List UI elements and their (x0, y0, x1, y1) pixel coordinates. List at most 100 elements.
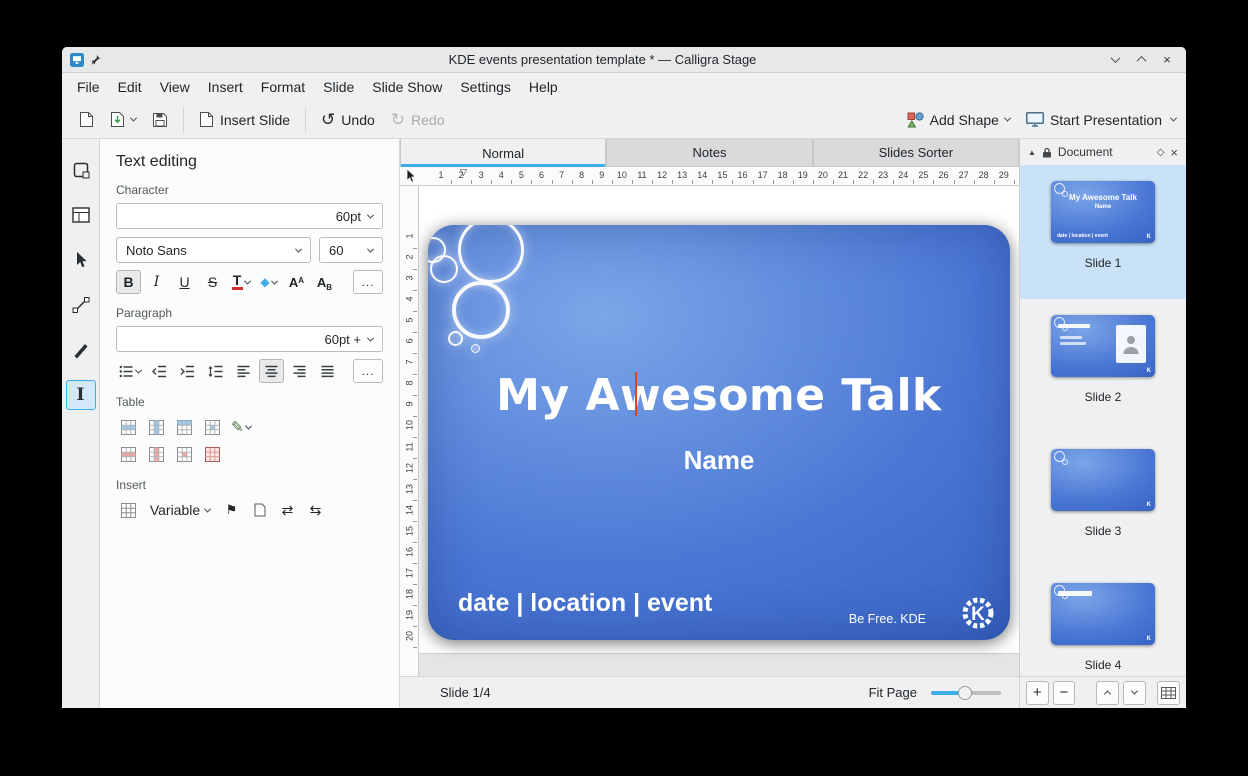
pin-icon[interactable] (90, 54, 101, 65)
text-direction-rtl-button[interactable]: ⇆ (303, 498, 328, 522)
insert-section-button[interactable] (247, 498, 272, 522)
strikethrough-button[interactable]: S (200, 270, 225, 294)
superscript-button[interactable]: AA (284, 270, 309, 294)
move-slide-down-button[interactable] (1123, 681, 1146, 705)
character-style-combobox[interactable]: 60pt (116, 203, 383, 229)
table-insert-row-button[interactable] (116, 415, 141, 439)
align-center-button[interactable] (259, 359, 284, 383)
underline-button[interactable]: U (172, 270, 197, 294)
slide-thumbnail-item-2[interactable]: K Slide 2 (1020, 299, 1186, 433)
ruler-horizontal[interactable]: ▽ 12345678910111213141516171819202122232… (419, 167, 1019, 186)
calligraphy-tool[interactable] (66, 335, 96, 365)
slide-thumbnail-item-3[interactable]: K Slide 3 (1020, 433, 1186, 567)
menu-insert[interactable]: Insert (199, 75, 252, 99)
table-delete-table-button[interactable] (200, 442, 225, 466)
background-color-button[interactable]: ◆ (256, 270, 281, 294)
merge-cells-icon (205, 420, 220, 435)
slide-footer-text[interactable]: date | location | event (458, 589, 712, 618)
menu-format[interactable]: Format (252, 75, 314, 99)
ruler-vertical[interactable]: 1234567891011121314151617181920 (400, 186, 419, 676)
menu-edit[interactable]: Edit (109, 75, 151, 99)
paragraph-more-button[interactable]: ... (353, 359, 383, 383)
save-button[interactable] (145, 107, 175, 133)
zoom-slider-handle[interactable] (958, 686, 972, 700)
shape-handling-tool[interactable] (66, 155, 96, 185)
text-direction-button[interactable]: ⇄ (275, 498, 300, 522)
line-spacing-button[interactable] (203, 359, 228, 383)
table-delete-column-button[interactable] (144, 442, 169, 466)
frame-tool[interactable] (66, 200, 96, 230)
increase-indent-button[interactable] (175, 359, 200, 383)
start-presentation-button[interactable]: Start Presentation (1019, 107, 1169, 133)
open-document-button[interactable] (103, 106, 143, 133)
italic-button[interactable]: I (144, 270, 169, 294)
align-left-button[interactable] (231, 359, 256, 383)
float-icon[interactable]: ◇ (1157, 148, 1165, 157)
slide-4-thumbnail[interactable]: K (1051, 583, 1155, 645)
add-slide-button[interactable]: + (1026, 681, 1049, 705)
insert-variable-dropdown[interactable]: Variable (144, 498, 216, 522)
slide-properties-button[interactable] (1157, 681, 1180, 705)
slide-canvas[interactable]: My Awesome Talk Name date | location | e… (428, 225, 1010, 640)
canvas[interactable]: My Awesome Talk Name date | location | e… (419, 186, 1019, 676)
add-shape-button[interactable]: Add Shape (900, 107, 1017, 133)
selection-tool[interactable] (66, 245, 96, 275)
connection-tool[interactable] (66, 290, 96, 320)
align-justify-icon (320, 365, 335, 378)
text-editing-tool[interactable]: I (66, 380, 96, 410)
maximize-button[interactable] (1130, 50, 1152, 70)
collapse-icon[interactable]: ▲ (1028, 148, 1036, 157)
paragraph-style-combobox[interactable]: 60pt + (116, 326, 383, 352)
list-style-button[interactable] (116, 359, 144, 383)
tab-notes[interactable]: Notes (606, 139, 812, 167)
toolbar-overflow-button[interactable] (1170, 115, 1177, 122)
tab-normal[interactable]: Normal (400, 139, 606, 167)
menu-slide[interactable]: Slide (314, 75, 363, 99)
menu-file[interactable]: File (68, 75, 109, 99)
slide-2-thumbnail[interactable]: K (1051, 315, 1155, 377)
table-split-cells-button[interactable] (172, 415, 197, 439)
tab-slides-sorter[interactable]: Slides Sorter (813, 139, 1019, 167)
insert-table-button[interactable] (116, 498, 141, 522)
table-border-pen-button[interactable]: ✎ (228, 415, 254, 439)
docker-close-icon[interactable]: × (1170, 145, 1178, 160)
insert-slide-button[interactable]: Insert Slide (192, 106, 297, 133)
new-document-button[interactable] (72, 106, 101, 133)
slide-thumbnail-item-4[interactable]: K Slide 4 (1020, 567, 1186, 676)
table-insert-column-button[interactable] (144, 415, 169, 439)
slide-1-thumbnail[interactable]: My Awesome Talk Name date | location | e… (1051, 181, 1155, 243)
menu-slide-show[interactable]: Slide Show (363, 75, 451, 99)
character-more-button[interactable]: ... (353, 270, 383, 294)
menu-view[interactable]: View (151, 75, 199, 99)
slide-subtitle-text[interactable]: Name (428, 445, 1010, 476)
menu-settings[interactable]: Settings (451, 75, 520, 99)
undo-button[interactable]: ↺ Undo (314, 107, 382, 133)
ruler-number: 25 (918, 170, 928, 180)
zoom-slider[interactable] (931, 691, 1001, 695)
decrease-indent-button[interactable] (147, 359, 172, 383)
remove-slide-button[interactable]: − (1053, 681, 1076, 705)
insert-bookmark-button[interactable]: ⚑ (219, 498, 244, 522)
table-delete-cell-button[interactable] (172, 442, 197, 466)
close-button[interactable]: × (1156, 50, 1178, 70)
align-right-button[interactable] (287, 359, 312, 383)
zoom-mode-label[interactable]: Fit Page (869, 685, 917, 700)
table-merge-cells-button[interactable] (200, 415, 225, 439)
align-justify-button[interactable] (315, 359, 340, 383)
text-color-button[interactable]: T (228, 270, 253, 294)
subscript-button[interactable]: AB (312, 270, 337, 294)
redo-button[interactable]: ↻ Redo (384, 107, 452, 133)
menu-help[interactable]: Help (520, 75, 567, 99)
titlebar[interactable]: KDE events presentation template * — Cal… (62, 47, 1186, 73)
slide-thumbnail-item-1[interactable]: My Awesome Talk Name date | location | e… (1020, 165, 1186, 299)
ruler-tick (531, 180, 532, 184)
font-family-combobox[interactable]: Noto Sans (116, 237, 311, 263)
font-size-combobox[interactable]: 60 (319, 237, 383, 263)
minimize-button[interactable] (1104, 50, 1126, 70)
table-delete-row-button[interactable] (116, 442, 141, 466)
lock-icon[interactable] (1042, 147, 1052, 158)
move-slide-up-button[interactable] (1096, 681, 1119, 705)
bold-button[interactable]: B (116, 270, 141, 294)
slide-3-thumbnail[interactable]: K (1051, 449, 1155, 511)
slide-title-text[interactable]: My Awesome Talk (428, 370, 1010, 421)
